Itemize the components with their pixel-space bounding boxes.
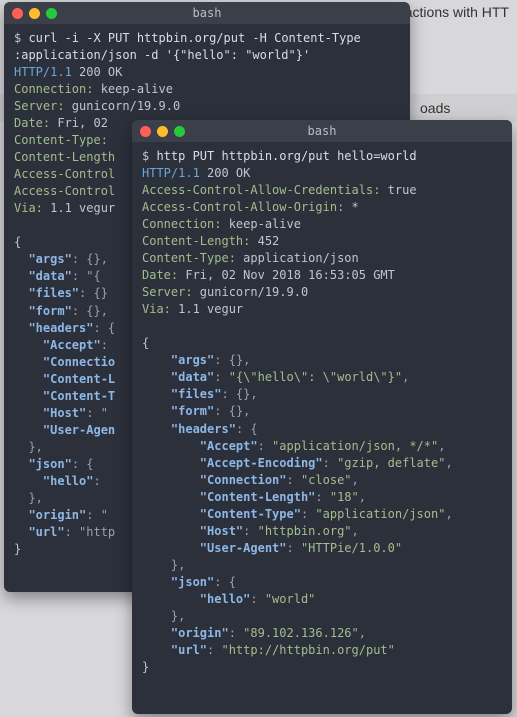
- json-key-args: "args": [171, 353, 214, 367]
- header-content-type: Content-Type:: [14, 133, 108, 147]
- command-line-1: curl -i -X PUT httpbin.org/put -H Conten…: [28, 31, 360, 45]
- minimize-icon[interactable]: [157, 126, 168, 137]
- json-close: }: [14, 542, 21, 556]
- header-acao: Access-Control: [14, 167, 115, 181]
- header-acac: Access-Control-Allow-Credentials:: [142, 183, 380, 197]
- json-close-json: },: [28, 491, 42, 505]
- json-key-hello: "hello": [43, 474, 94, 488]
- json-key-user-agent: "User-Agent": [200, 541, 287, 555]
- json-key-host: "Host": [200, 524, 243, 538]
- json-close: }: [142, 660, 149, 674]
- window-title: bash: [132, 124, 512, 138]
- header-acac: Access-Control: [14, 184, 115, 198]
- json-key-json: "json": [171, 575, 214, 589]
- titlebar[interactable]: bash: [4, 2, 410, 24]
- json-key-connection: "Connection": [200, 473, 287, 487]
- json-key-accept-encoding: "Accept-Encoding": [200, 456, 323, 470]
- traffic-lights: [140, 126, 185, 137]
- terminal-window-httpie[interactable]: bash $ http PUT httpbin.org/put hello=wo…: [132, 120, 512, 714]
- json-open: {: [142, 336, 149, 350]
- json-key-hello: "hello": [200, 592, 251, 606]
- json-key-url: "url": [171, 643, 207, 657]
- traffic-lights: [12, 8, 57, 19]
- json-key-origin: "origin": [28, 508, 86, 522]
- json-key-origin: "origin": [171, 626, 229, 640]
- json-key-content-length: "Content-Length": [200, 490, 316, 504]
- json-close-headers: },: [171, 558, 185, 572]
- header-via: Via:: [14, 201, 43, 215]
- header-date: Date:: [14, 116, 50, 130]
- json-key-files: "files": [171, 387, 222, 401]
- http-version: HTTP/1.1: [142, 166, 200, 180]
- http-version: HTTP/1.1: [14, 65, 72, 79]
- json-key-connection: "Connectio: [43, 355, 115, 369]
- json-key-accept: "Accept": [43, 338, 101, 352]
- json-key-data: "data": [171, 370, 214, 384]
- header-content-length: Content-Length:: [142, 234, 250, 248]
- json-key-headers: "headers": [171, 422, 236, 436]
- header-acao: Access-Control-Allow-Origin:: [142, 200, 344, 214]
- zoom-icon[interactable]: [174, 126, 185, 137]
- header-server: Server:: [14, 99, 65, 113]
- json-key-host: "Host": [43, 406, 86, 420]
- close-icon[interactable]: [140, 126, 151, 137]
- header-content-type: Content-Type:: [142, 251, 236, 265]
- json-key-url: "url": [28, 525, 64, 539]
- json-key-data: "data": [28, 269, 71, 283]
- json-key-accept: "Accept": [200, 439, 258, 453]
- http-status: 200 OK: [79, 65, 122, 79]
- json-key-content-t: "Content-T: [43, 389, 115, 403]
- prompt: $: [14, 31, 28, 45]
- header-connection: Connection:: [14, 82, 93, 96]
- json-close-json: },: [171, 609, 185, 623]
- minimize-icon[interactable]: [29, 8, 40, 19]
- json-open: {: [14, 235, 21, 249]
- header-connection: Connection:: [142, 217, 221, 231]
- json-close-headers: },: [28, 440, 42, 454]
- command-line: http PUT httpbin.org/put hello=world: [156, 149, 416, 163]
- header-via: Via:: [142, 302, 171, 316]
- json-key-headers: "headers": [28, 321, 93, 335]
- close-icon[interactable]: [12, 8, 23, 19]
- json-key-user-agent: "User-Agen: [43, 423, 115, 437]
- json-key-form: "form": [171, 404, 214, 418]
- background-text-top: ractions with HTT: [400, 4, 509, 20]
- terminal-body[interactable]: $ http PUT httpbin.org/put hello=world H…: [132, 142, 512, 686]
- prompt: $: [142, 149, 156, 163]
- titlebar[interactable]: bash: [132, 120, 512, 142]
- json-key-args: "args": [28, 252, 71, 266]
- json-key-form: "form": [28, 304, 71, 318]
- command-line-2: :application/json -d '{"hello": "world"}…: [14, 48, 310, 62]
- header-date: Date:: [142, 268, 178, 282]
- window-title: bash: [4, 6, 410, 20]
- json-key-files: "files": [28, 286, 79, 300]
- json-key-content-type: "Content-Type": [200, 507, 301, 521]
- http-status: 200 OK: [207, 166, 250, 180]
- json-key-json: "json": [28, 457, 71, 471]
- header-content-length: Content-Length: [14, 150, 115, 164]
- header-server: Server:: [142, 285, 193, 299]
- json-key-content-l: "Content-L: [43, 372, 115, 386]
- zoom-icon[interactable]: [46, 8, 57, 19]
